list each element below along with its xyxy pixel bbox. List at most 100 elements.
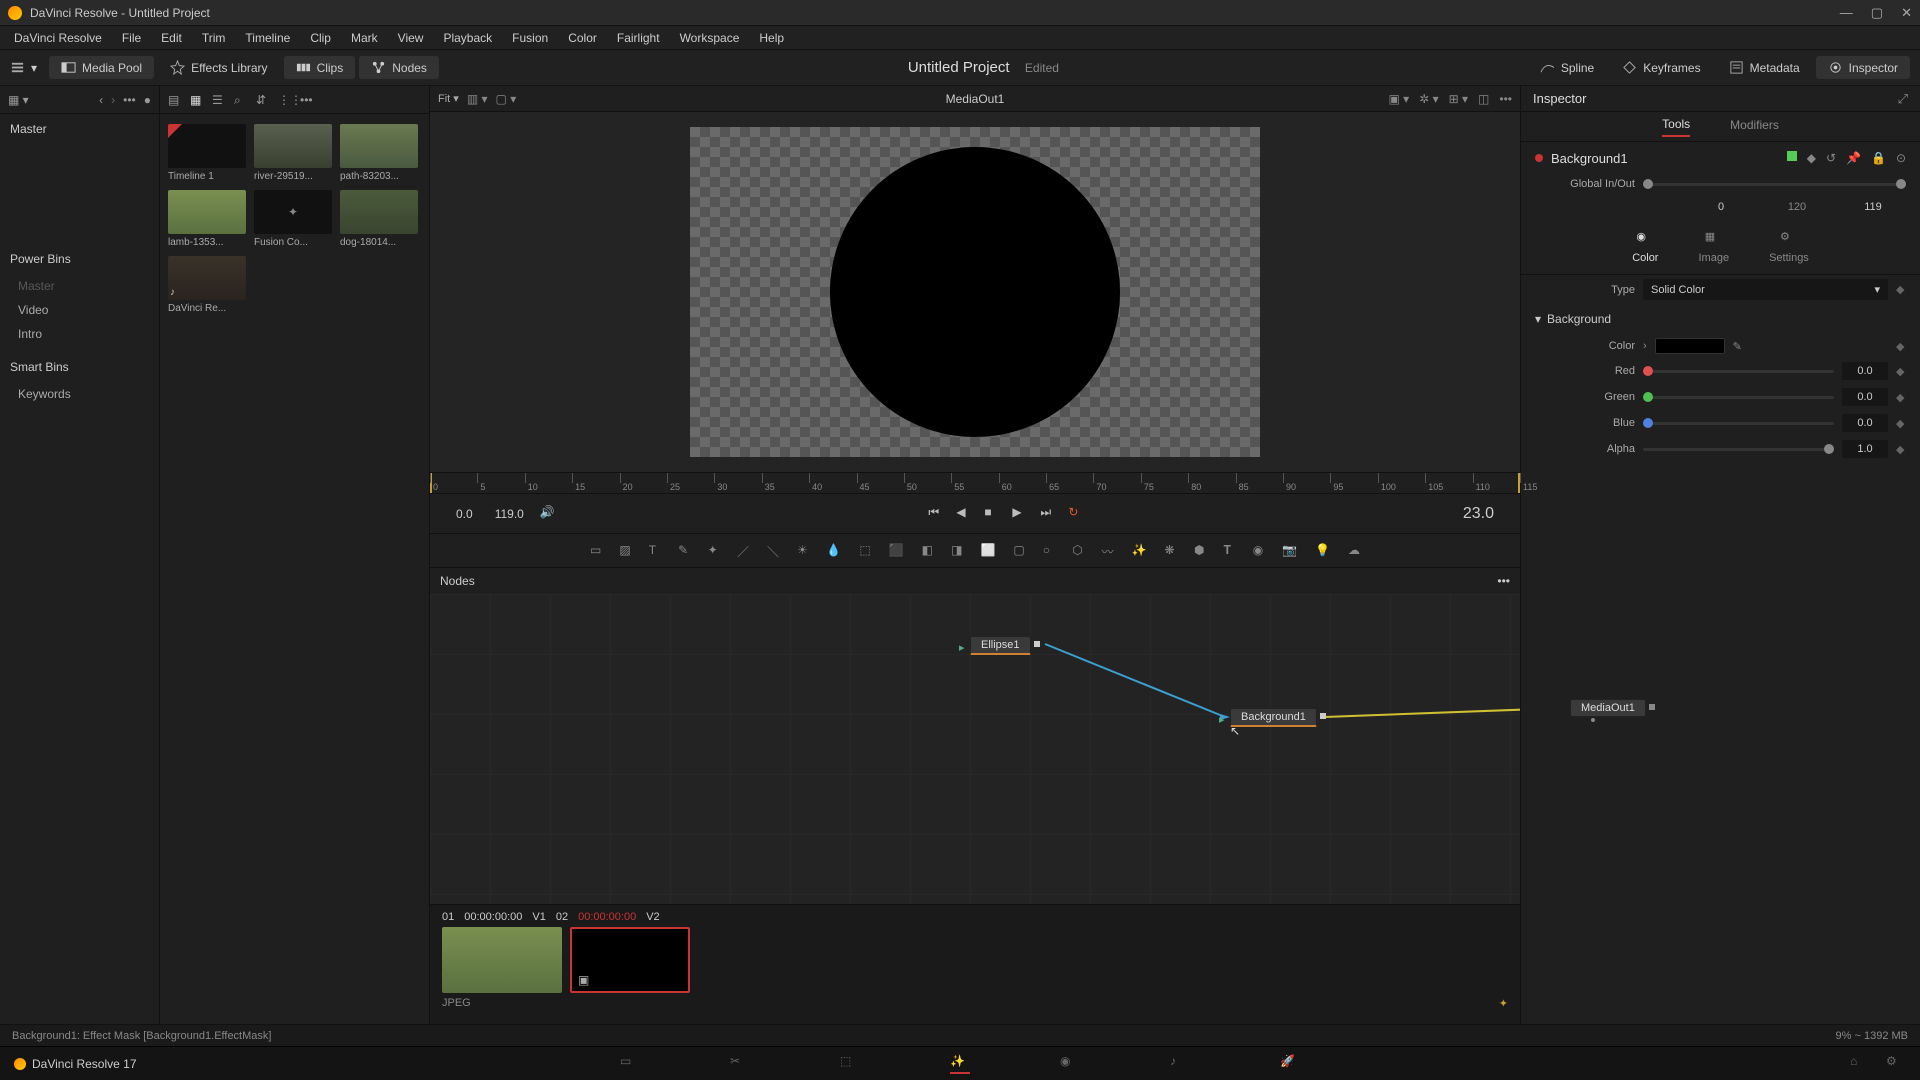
power-bins-header[interactable]: Power Bins	[0, 244, 159, 274]
powerbin-video[interactable]: Video	[0, 298, 159, 322]
effects-library-toggle[interactable]: Effects Library	[158, 56, 279, 79]
page-color-icon[interactable]: ◉	[1060, 1054, 1080, 1074]
viewer[interactable]	[430, 112, 1520, 472]
red-key-icon[interactable]: ◆	[1896, 365, 1906, 378]
alpha-slider[interactable]	[1643, 448, 1834, 451]
blue-value[interactable]: 0.0	[1842, 414, 1888, 432]
close-button[interactable]: ✕	[1901, 5, 1912, 21]
node-background1[interactable]: ▸ Background1	[1230, 708, 1317, 727]
sort-icon[interactable]: ⋮⋮	[278, 93, 292, 107]
tool-brush-icon[interactable]: ／	[737, 543, 749, 559]
green-slider[interactable]	[1643, 396, 1834, 399]
green-key-icon[interactable]: ◆	[1896, 391, 1906, 404]
menu-view[interactable]: View	[390, 29, 432, 47]
pin-icon[interactable]: 📌	[1846, 151, 1861, 165]
tool-ellipse-icon[interactable]: ○	[1043, 543, 1054, 559]
last-frame-button[interactable]: ⏭	[1040, 505, 1058, 523]
tool-wand-icon[interactable]: ✨	[1132, 543, 1147, 559]
inspector-expand-icon[interactable]: ⤢	[1898, 91, 1908, 107]
audio-icon[interactable]: 🔊	[540, 505, 558, 523]
page-edit-icon[interactable]: ⬚	[840, 1054, 860, 1074]
sidebar-fwd-icon[interactable]: ›	[111, 93, 115, 107]
viewer-tool1-icon[interactable]: ▥ ▾	[467, 92, 488, 106]
color-expand-icon[interactable]: ›	[1643, 340, 1647, 352]
type-select[interactable]: Solid Color▾	[1643, 279, 1888, 300]
page-fairlight-icon[interactable]: ♪	[1170, 1054, 1190, 1074]
tool-transform-icon[interactable]: ⬛	[889, 543, 904, 559]
reset-icon[interactable]: ↺	[1826, 151, 1836, 165]
node-graph[interactable]: ▸ Ellipse1 ▸ Background1 MediaOut1 ↖	[430, 594, 1520, 904]
tool-channel-icon[interactable]: ◨	[951, 543, 962, 559]
menu-davinci[interactable]: DaVinci Resolve	[6, 29, 110, 47]
metadata-toggle[interactable]: Metadata	[1717, 56, 1812, 79]
tool-text3d-icon[interactable]: 𝐓	[1223, 543, 1234, 559]
sidebar-dot-icon[interactable]: ●	[144, 93, 151, 107]
menu-playback[interactable]: Playback	[435, 29, 500, 47]
menu-file[interactable]: File	[114, 29, 149, 47]
clip-thumb-1[interactable]	[442, 927, 562, 993]
smart-bins-header[interactable]: Smart Bins	[0, 352, 159, 382]
out-point[interactable]: 119.0	[489, 505, 530, 523]
clip-fusion[interactable]: ✦Fusion Co...	[254, 190, 332, 248]
smartbin-keywords[interactable]: Keywords	[0, 382, 159, 406]
versions-icon[interactable]: ⊙	[1896, 151, 1906, 165]
clip-path[interactable]: path-83203...	[340, 124, 418, 182]
viewer-fit-dropdown[interactable]: Fit ▾	[438, 92, 459, 105]
more-icon[interactable]: •••	[300, 93, 314, 107]
tab-modifiers[interactable]: Modifiers	[1730, 118, 1779, 136]
menu-clip[interactable]: Clip	[302, 29, 339, 47]
view-grid-icon[interactable]: ▦	[190, 93, 204, 107]
keyframes-toggle[interactable]: Keyframes	[1610, 56, 1712, 79]
menu-color[interactable]: Color	[560, 29, 605, 47]
node-mediaout1[interactable]: MediaOut1	[1570, 699, 1646, 717]
page-cut-icon[interactable]: ✂	[730, 1054, 750, 1074]
media-pool-toggle[interactable]: Media Pool	[49, 56, 154, 79]
view-strip-icon[interactable]: ▤	[168, 93, 182, 107]
tool-merge-icon[interactable]: ⬚	[859, 543, 870, 559]
powerbin-intro[interactable]: Intro	[0, 322, 159, 346]
menu-workspace[interactable]: Workspace	[672, 29, 748, 47]
filter-icon[interactable]: ⇵	[256, 93, 270, 107]
clips-toggle[interactable]: Clips	[284, 56, 356, 79]
maximize-button[interactable]: ▢	[1871, 5, 1883, 21]
menu-mark[interactable]: Mark	[343, 29, 386, 47]
clip-timeline1[interactable]: Timeline 1	[168, 124, 246, 182]
menu-fairlight[interactable]: Fairlight	[609, 29, 668, 47]
project-settings-icon[interactable]: ⚙	[1886, 1054, 1906, 1074]
red-value[interactable]: 0.0	[1842, 362, 1888, 380]
tool-text-icon[interactable]: T	[649, 543, 660, 559]
blue-key-icon[interactable]: ◆	[1896, 417, 1906, 430]
red-slider[interactable]	[1643, 370, 1834, 373]
tool-fastnoise-icon[interactable]: ▨	[619, 543, 630, 559]
color-swatch[interactable]	[1655, 338, 1725, 354]
clip-thumb-2[interactable]: ▣	[570, 927, 690, 993]
enable-toggle-icon[interactable]	[1787, 151, 1797, 161]
clip-dog[interactable]: dog-18014...	[340, 190, 418, 248]
tab-tools[interactable]: Tools	[1662, 117, 1690, 137]
in-point[interactable]: 0.0	[450, 505, 479, 523]
panel-menu-button[interactable]: ▾	[2, 56, 45, 79]
page-deliver-icon[interactable]: 🚀	[1280, 1054, 1300, 1074]
tool-shape3d-icon[interactable]: ◉	[1253, 543, 1264, 559]
view-list-icon[interactable]: ☰	[212, 93, 226, 107]
viewer-roi-icon[interactable]: ✲ ▾	[1419, 92, 1438, 106]
tool-tracker-icon[interactable]: ✦	[708, 543, 719, 559]
viewer-tool2-icon[interactable]: ▢ ▾	[496, 92, 517, 106]
powerbin-master[interactable]: Master	[0, 274, 159, 298]
home-icon[interactable]: ⌂	[1850, 1054, 1870, 1074]
nodes-options-icon[interactable]: •••	[1497, 574, 1510, 588]
tool-bspline-icon[interactable]: 〰	[1102, 543, 1114, 559]
tool-camera-icon[interactable]: 📷	[1282, 543, 1297, 559]
inspector-toggle[interactable]: Inspector	[1816, 56, 1910, 79]
tool-background-icon[interactable]: ▭	[590, 543, 601, 559]
loop-button[interactable]: ↻	[1068, 505, 1086, 523]
tool-render3d-icon[interactable]: ☁	[1348, 543, 1360, 559]
background-section-header[interactable]: ▾Background	[1535, 312, 1906, 326]
viewer-subview-icon[interactable]: ▣ ▾	[1389, 92, 1410, 106]
global-inout-slider[interactable]	[1643, 183, 1906, 186]
tool-paint-icon[interactable]: ✎	[678, 543, 689, 559]
global-out-value[interactable]: 119	[1850, 198, 1896, 216]
tool-prender-icon[interactable]: ⬢	[1194, 543, 1205, 559]
tool-erase-icon[interactable]: ＼	[767, 543, 779, 559]
menu-timeline[interactable]: Timeline	[237, 29, 298, 47]
